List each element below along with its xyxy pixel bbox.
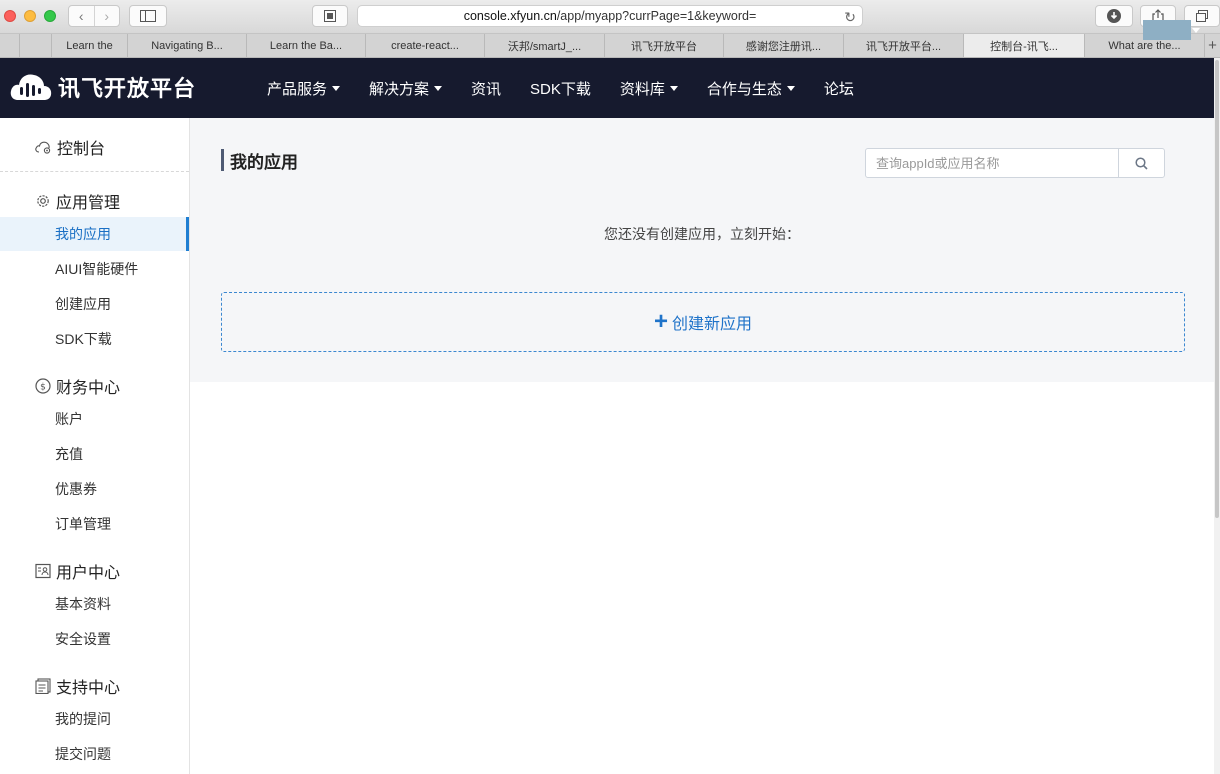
browser-tab[interactable] — [20, 34, 52, 57]
tab-strip: Learn the Navigating B... Learn the Ba..… — [0, 34, 1220, 58]
nav-docs[interactable]: 资料库 — [620, 78, 678, 99]
caret-down-icon — [1192, 28, 1200, 33]
coin-icon: $ — [35, 378, 51, 394]
logo-text: 讯飞开放平台 — [58, 76, 197, 101]
browser-tab[interactable]: 沃邦/smartJ_... — [485, 34, 605, 57]
browser-tab[interactable]: create-react... — [366, 34, 485, 57]
divider — [0, 171, 189, 172]
reload-icon[interactable]: ↻ — [844, 9, 856, 26]
browser-tab[interactable]: 讯飞开放平台... — [844, 34, 964, 57]
main-content: 我的应用 您还没有创建应用，立刻开始： + 创建新应用 — [190, 118, 1214, 382]
cloud-gear-icon — [35, 141, 51, 154]
url-path: /app/myapp?currPage=1&keyword= — [556, 9, 757, 23]
sidebar-icon — [140, 10, 156, 22]
sidebar-item-orders[interactable]: 订单管理 — [0, 507, 189, 541]
nav-label: 解决方案 — [369, 80, 430, 98]
sidebar-item-aiui-hardware[interactable]: AIUI智能硬件 — [0, 252, 189, 286]
main-nav: 产品服务 解决方案 资讯 SDK下载 资料库 合作与生态 论坛 — [267, 58, 883, 118]
sidebar-group-finance: $ 财务中心 — [35, 374, 120, 398]
id-card-icon — [35, 563, 51, 579]
console-label: 控制台 — [57, 141, 106, 158]
reader-icon — [324, 10, 336, 22]
group-title: 应用管理 — [56, 195, 121, 212]
nav-label: SDK下载 — [530, 80, 591, 98]
nav-label: 资讯 — [471, 80, 502, 98]
browser-tab[interactable]: Navigating B... — [128, 34, 247, 57]
site-header: 讯飞开放平台 产品服务 解决方案 资讯 SDK下载 资料库 合作与生态 论坛 — [0, 58, 1214, 118]
sidebar-item-sdk-download[interactable]: SDK下载 — [0, 322, 189, 356]
svg-text:$: $ — [40, 383, 46, 393]
nav-partners[interactable]: 合作与生态 — [707, 78, 795, 99]
browser-tab[interactable] — [0, 34, 20, 57]
tabs-overview-icon — [1196, 10, 1208, 22]
empty-state-text: 您还没有创建应用，立刻开始： — [604, 226, 800, 242]
search-button[interactable] — [1118, 149, 1164, 177]
history-nav: ‹ › — [68, 5, 120, 27]
browser-tab[interactable]: Learn the — [52, 34, 128, 57]
browser-tab[interactable]: 感谢您注册讯... — [724, 34, 844, 57]
caret-down-icon — [786, 85, 795, 91]
downloads-button[interactable] — [1095, 5, 1133, 27]
caret-down-icon — [669, 85, 678, 91]
sidebar: 控制台 应用管理 我的应用 AIUI智能硬件 创建应用 SDK下载 $ 财务中心… — [0, 118, 190, 774]
caret-down-icon — [434, 85, 443, 91]
user-menu-redacted[interactable] — [1143, 20, 1191, 40]
caret-down-icon — [332, 85, 341, 91]
browser-tab[interactable]: Learn the Ba... — [247, 34, 366, 57]
gear-icon — [37, 195, 49, 207]
nav-forum[interactable]: 论坛 — [824, 78, 854, 99]
document-icon — [35, 678, 51, 694]
nav-news[interactable]: 资讯 — [471, 78, 501, 99]
new-tab-button[interactable]: + — [1205, 34, 1220, 57]
plus-icon: + — [653, 308, 668, 335]
browser-tab-active[interactable]: 控制台-讯飞... — [964, 34, 1085, 57]
reader-button[interactable] — [312, 5, 348, 27]
nav-label: 合作与生态 — [706, 80, 782, 98]
nav-label: 资料库 — [619, 80, 665, 98]
sidebar-toggle-button[interactable] — [129, 5, 167, 27]
sidebar-group-support: 支持中心 — [35, 674, 120, 698]
nav-sdk-download[interactable]: SDK下载 — [530, 78, 591, 99]
console-link[interactable]: 控制台 — [35, 135, 105, 159]
search-icon — [1135, 156, 1148, 170]
sidebar-group-app-management: 应用管理 — [35, 189, 120, 213]
create-app-button[interactable]: + 创建新应用 — [221, 292, 1185, 352]
sidebar-item-account[interactable]: 账户 — [0, 402, 189, 436]
minimize-window-button[interactable] — [24, 10, 36, 22]
sidebar-item-profile[interactable]: 基本资料 — [0, 587, 189, 621]
cloud-voice-logo-icon — [10, 74, 52, 100]
sidebar-item-security[interactable]: 安全设置 — [0, 622, 189, 656]
url-domain: console.xfyun.cn — [463, 9, 557, 23]
group-title: 财务中心 — [56, 380, 121, 397]
app-search — [865, 148, 1165, 178]
sidebar-item-recharge[interactable]: 充值 — [0, 437, 189, 471]
nav-products[interactable]: 产品服务 — [267, 78, 341, 99]
page-scrollbar-thumb[interactable] — [1215, 60, 1219, 518]
group-title: 支持中心 — [56, 680, 121, 697]
forward-icon[interactable]: › — [93, 6, 120, 26]
address-bar[interactable]: console.xfyun.cn/app/myapp?currPage=1&ke… — [357, 5, 863, 27]
sidebar-group-user-center: 用户中心 — [35, 559, 120, 583]
page-title: 我的应用 — [221, 149, 298, 172]
browser-titlebar: ‹ › console.xfyun.cn/app/myapp?currPage=… — [0, 0, 1220, 34]
sidebar-item-submit-question[interactable]: 提交问题 — [0, 737, 189, 771]
back-icon[interactable]: ‹ — [69, 6, 94, 26]
site-logo[interactable]: 讯飞开放平台 — [10, 70, 196, 104]
nav-solutions[interactable]: 解决方案 — [369, 78, 443, 99]
nav-label: 论坛 — [823, 80, 854, 98]
zoom-window-button[interactable] — [44, 10, 56, 22]
group-title: 用户中心 — [56, 565, 121, 582]
browser-tab[interactable]: 讯飞开放平台 — [605, 34, 724, 57]
download-icon — [1107, 9, 1121, 23]
nav-label: 产品服务 — [267, 80, 328, 98]
search-input[interactable] — [866, 149, 1118, 177]
sidebar-item-my-apps[interactable]: 我的应用 — [0, 217, 189, 251]
create-app-label: 创建新应用 — [672, 316, 753, 333]
sidebar-item-my-questions[interactable]: 我的提问 — [0, 702, 189, 736]
sidebar-item-coupons[interactable]: 优惠券 — [0, 472, 189, 506]
close-window-button[interactable] — [4, 10, 16, 22]
sidebar-item-create-app[interactable]: 创建应用 — [0, 287, 189, 321]
